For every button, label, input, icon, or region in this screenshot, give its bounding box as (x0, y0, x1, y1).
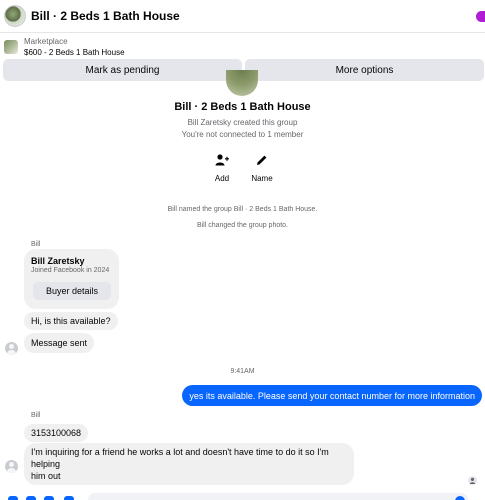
message-bubble[interactable]: I'm inquiring for a friend he works a lo… (24, 443, 354, 485)
listing-price-title: $600 - 2 Beds 1 Bath House (24, 47, 125, 57)
add-member-button[interactable]: Add (207, 150, 237, 183)
emoji-icon[interactable] (455, 496, 465, 500)
chat-header: Bill · 2 Beds 1 Bath House (0, 0, 485, 33)
profile-card: Bill Zaretsky Joined Facebook in 2024 Bu… (24, 249, 119, 309)
group-title: Bill · 2 Beds 1 Bath House (174, 101, 311, 113)
photo-icon[interactable] (26, 496, 36, 500)
group-created-by: Bill Zaretsky created this group (187, 118, 298, 127)
pencil-icon (252, 150, 272, 170)
listing-source: Marketplace (24, 36, 68, 46)
buyer-details-button[interactable]: Buyer details (33, 282, 111, 300)
gif-icon[interactable] (64, 496, 74, 500)
seen-avatar-icon (468, 476, 477, 485)
chat-title[interactable]: Bill · 2 Beds 1 Bath House (31, 9, 180, 23)
message-bubble[interactable]: Hi, is this available? (24, 312, 118, 330)
message-line: I'm inquiring for a friend he works a lo… (31, 447, 329, 469)
user-avatar-icon[interactable] (5, 460, 18, 473)
sender-name: Bill (31, 412, 41, 419)
profile-name: Bill Zaretsky (31, 256, 85, 266)
profile-joined: Joined Facebook in 2024 (31, 267, 110, 274)
mark-pending-button[interactable]: Mark as pending (3, 59, 242, 81)
system-message: Bill changed the group photo. (196, 222, 289, 229)
group-connection-status: You're not connected to 1 member (181, 130, 304, 139)
person-add-icon (212, 150, 232, 170)
system-message: Bill named the group Bill · 2 Beds 1 Bat… (167, 206, 318, 213)
name-label: Name (251, 174, 273, 183)
more-actions-icon[interactable] (8, 496, 18, 500)
add-label: Add (214, 174, 230, 183)
sticker-icon[interactable] (44, 496, 54, 500)
more-options-button[interactable]: More options (245, 59, 484, 81)
marketplace-listing[interactable]: Marketplace $600 - 2 Beds 1 Bath House (0, 34, 485, 59)
listing-thumbnail (4, 39, 18, 54)
message-bubble[interactable]: 3153100068 (24, 424, 89, 442)
message-input[interactable] (88, 493, 468, 500)
message-line: him out (31, 471, 61, 481)
group-avatar[interactable] (4, 5, 26, 27)
sender-name: Bill (31, 241, 41, 248)
outgoing-message[interactable]: yes its available. Please send your cont… (182, 385, 482, 406)
message-timestamp: 9:41AM (230, 368, 255, 375)
brand-dot-icon (476, 11, 485, 22)
message-bubble[interactable]: Message sent (24, 333, 95, 353)
group-photo (226, 70, 258, 96)
user-avatar-icon[interactable] (5, 342, 18, 355)
name-group-button[interactable]: Name (247, 150, 277, 183)
